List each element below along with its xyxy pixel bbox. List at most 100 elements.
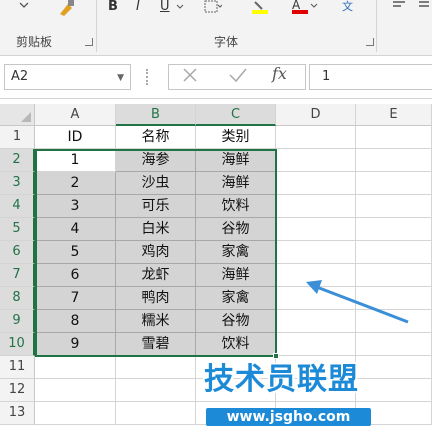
row-header-5[interactable]: 5 [0, 218, 35, 241]
cell-c9[interactable]: 谷物 [196, 310, 276, 333]
cell-c1[interactable]: 类别 [196, 126, 276, 149]
cell-a5[interactable]: 4 [35, 218, 116, 241]
borders-icon[interactable] [204, 0, 223, 14]
cell-a6[interactable]: 5 [35, 241, 116, 264]
cell-e4[interactable] [356, 195, 432, 218]
bold-button[interactable]: B [108, 0, 118, 14]
cell-a13[interactable] [35, 402, 116, 425]
watermark-url: www.jsgho.com [206, 408, 371, 426]
cell-a1[interactable]: ID [35, 126, 116, 149]
column-header-e[interactable]: E [356, 104, 432, 126]
row-header-13[interactable]: 13 [0, 402, 35, 425]
row-header-11[interactable]: 11 [0, 356, 35, 379]
cell-a11[interactable] [35, 356, 116, 379]
cell-e12[interactable] [356, 379, 432, 402]
cell-a12[interactable] [35, 379, 116, 402]
cell-b11[interactable] [116, 356, 196, 379]
row-header-2[interactable]: 2 [0, 149, 35, 172]
cell-c6[interactable]: 家禽 [196, 241, 276, 264]
font-group-label: 字体 [214, 35, 239, 49]
paste-dropdown-arrow[interactable] [18, 0, 38, 14]
row-header-1[interactable]: 1 [0, 126, 35, 149]
insert-function-button[interactable]: fx [272, 64, 287, 83]
cell-c10[interactable]: 饮料 [196, 333, 276, 356]
phonetic-button[interactable]: 文 [342, 0, 353, 14]
cell-a10[interactable]: 9 [35, 333, 116, 356]
cancel-icon[interactable] [181, 66, 199, 88]
cell-e2[interactable] [356, 149, 432, 172]
cell-a4[interactable]: 3 [35, 195, 116, 218]
row-header-9[interactable]: 9 [0, 310, 35, 333]
arrow-annotation-icon [306, 280, 409, 324]
name-box[interactable]: A2 ▼ [4, 64, 131, 90]
row-header-4[interactable]: 4 [0, 195, 35, 218]
cell-b6[interactable]: 鸡肉 [116, 241, 196, 264]
cell-e5[interactable] [356, 218, 432, 241]
cell-c2[interactable]: 海鲜 [196, 149, 276, 172]
row-header-7[interactable]: 7 [0, 264, 35, 287]
cell-b8[interactable]: 鸭肉 [116, 287, 196, 310]
align-icon-2[interactable] [418, 0, 430, 14]
column-header-d[interactable]: D [276, 104, 356, 126]
enter-check-icon[interactable] [228, 66, 248, 88]
cell-b2[interactable]: 海参 [116, 149, 196, 172]
cell-c3[interactable]: 海鲜 [196, 172, 276, 195]
column-header-b[interactable]: B [116, 104, 196, 126]
cell-d5[interactable] [276, 218, 356, 241]
cell-e10[interactable] [356, 333, 432, 356]
cell-a8[interactable]: 7 [35, 287, 116, 310]
font-launcher-icon[interactable] [366, 38, 374, 46]
name-box-value: A2 [11, 69, 29, 84]
column-header-a[interactable]: A [35, 104, 116, 126]
cell-b9[interactable]: 糯米 [116, 310, 196, 333]
format-painter-icon[interactable] [56, 0, 76, 16]
row-header-6[interactable]: 6 [0, 241, 35, 264]
cell-d1[interactable] [276, 126, 356, 149]
cell-b13[interactable] [116, 402, 196, 425]
cell-e1[interactable] [356, 126, 432, 149]
cell-d3[interactable] [276, 172, 356, 195]
italic-button[interactable]: I [136, 0, 140, 14]
row-header-8[interactable]: 8 [0, 287, 35, 310]
cell-d6[interactable] [276, 241, 356, 264]
cell-d10[interactable] [276, 333, 356, 356]
fill-color-icon[interactable] [252, 0, 274, 14]
cell-c7[interactable]: 海鲜 [196, 264, 276, 287]
row-header-3[interactable]: 3 [0, 172, 35, 195]
underline-dropdown-icon[interactable] [176, 0, 184, 14]
cell-e3[interactable] [356, 172, 432, 195]
ribbon: B I U A 文 剪贴板 字体 [0, 0, 432, 56]
cell-a2[interactable]: 1 [35, 149, 116, 172]
column-header-c[interactable]: C [196, 104, 276, 126]
fill-handle[interactable] [273, 353, 279, 359]
cell-a7[interactable]: 6 [35, 264, 116, 287]
cell-b3[interactable]: 沙虫 [116, 172, 196, 195]
chevron-down-icon[interactable]: ▼ [117, 70, 124, 86]
cell-c4[interactable]: 饮料 [196, 195, 276, 218]
cell-e11[interactable] [356, 356, 432, 379]
cell-d2[interactable] [276, 149, 356, 172]
cell-c8[interactable]: 家禽 [196, 287, 276, 310]
cell-a3[interactable]: 2 [35, 172, 116, 195]
cell-b12[interactable] [116, 379, 196, 402]
cell-b1[interactable]: 名称 [116, 126, 196, 149]
cell-b4[interactable]: 可乐 [116, 195, 196, 218]
cell-b10[interactable]: 雪碧 [116, 333, 196, 356]
select-all-corner[interactable] [0, 104, 35, 126]
watermark-title: 技术员联盟 [204, 362, 359, 397]
row-header-12[interactable]: 12 [0, 379, 35, 402]
underline-button[interactable]: U [160, 0, 170, 14]
cell-b7[interactable]: 龙虾 [116, 264, 196, 287]
align-icon[interactable] [392, 0, 406, 14]
font-color-icon[interactable]: A [292, 0, 318, 14]
cell-e6[interactable] [356, 241, 432, 264]
formula-input[interactable]: 1 [309, 64, 432, 90]
cell-b5[interactable]: 白米 [116, 218, 196, 241]
clipboard-launcher-icon[interactable] [85, 38, 93, 46]
clipboard-group-label: 剪贴板 [16, 35, 53, 49]
cell-c5[interactable]: 谷物 [196, 218, 276, 241]
formula-bar-divider [146, 69, 148, 85]
row-header-10[interactable]: 10 [0, 333, 35, 356]
cell-d4[interactable] [276, 195, 356, 218]
cell-a9[interactable]: 8 [35, 310, 116, 333]
